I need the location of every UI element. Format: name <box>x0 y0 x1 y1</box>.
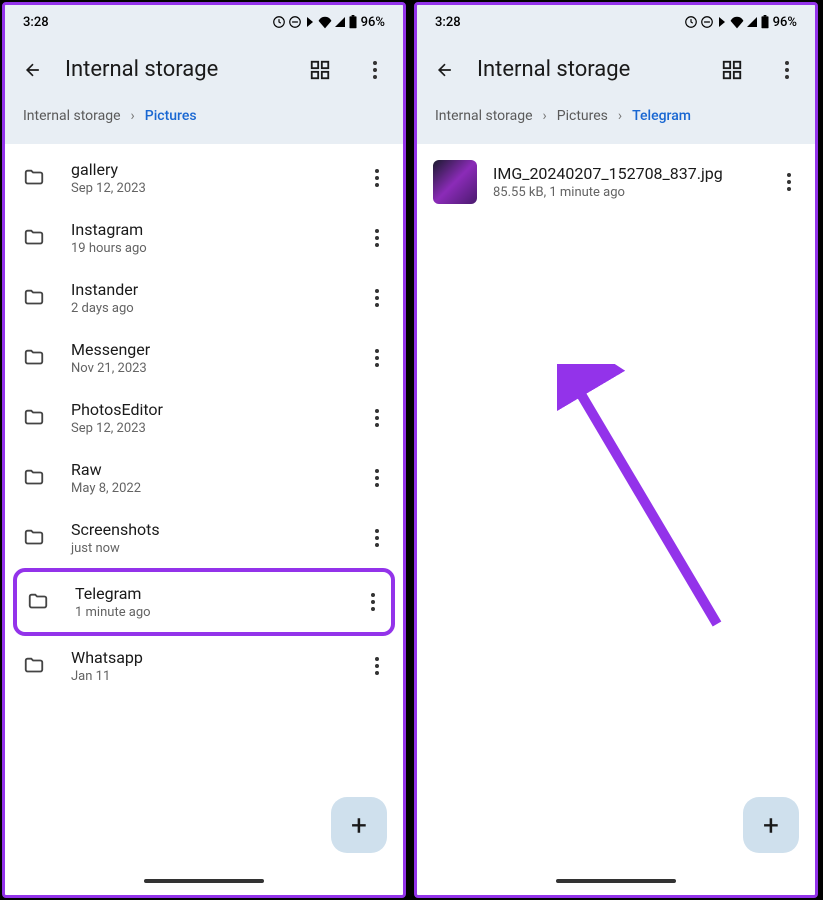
folder-name: Instagram <box>71 220 343 239</box>
folder-meta: 19 hours ago <box>71 241 343 256</box>
status-time: 3:28 <box>435 15 461 30</box>
folder-item[interactable]: Messenger Nov 21, 2023 <box>5 328 403 388</box>
folder-meta: Jan 11 <box>71 669 343 684</box>
item-more-button[interactable] <box>363 593 383 611</box>
status-icons <box>684 15 770 29</box>
folder-name: PhotosEditor <box>71 400 343 419</box>
folder-icon <box>21 527 47 549</box>
folder-meta: Sep 12, 2023 <box>71 421 343 436</box>
folder-meta: 2 days ago <box>71 301 343 316</box>
folder-item[interactable]: Screenshots just now <box>5 508 403 568</box>
folder-item[interactable]: PhotosEditor Sep 12, 2023 <box>5 388 403 448</box>
file-meta: 85.55 kB, 1 minute ago <box>493 185 763 200</box>
page-title: Internal storage <box>477 57 699 82</box>
folder-name: Instander <box>71 280 343 299</box>
folder-meta: May 8, 2022 <box>71 481 343 496</box>
file-name: IMG_20240207_152708_837.jpg <box>493 164 763 183</box>
nav-handle[interactable] <box>144 879 264 883</box>
app-header: Internal storage <box>5 39 403 96</box>
file-item[interactable]: IMG_20240207_152708_837.jpg 85.55 kB, 1 … <box>417 148 815 216</box>
folder-icon <box>21 227 47 249</box>
breadcrumb: Internal storage › Pictures <box>5 96 403 144</box>
crumb-root[interactable]: Internal storage <box>23 108 121 124</box>
phone-right: 3:28 96% Internal storage Internal stora… <box>414 2 818 898</box>
add-fab[interactable]: + <box>331 797 387 853</box>
folder-icon <box>25 591 51 613</box>
chevron-icon: › <box>618 108 622 124</box>
folder-icon <box>21 407 47 429</box>
more-options-button[interactable] <box>777 60 797 80</box>
folder-meta: Sep 12, 2023 <box>71 181 343 196</box>
folder-name: Telegram <box>75 584 339 603</box>
status-bar: 3:28 96% <box>5 5 403 39</box>
view-grid-button[interactable] <box>309 59 331 81</box>
item-more-button[interactable] <box>367 289 387 307</box>
status-bar: 3:28 96% <box>417 5 815 39</box>
crumb-mid[interactable]: Pictures <box>557 108 608 124</box>
folder-icon <box>21 655 47 677</box>
status-time: 3:28 <box>23 15 49 30</box>
folder-icon <box>21 287 47 309</box>
folder-item[interactable]: Whatsapp Jan 11 <box>5 636 403 696</box>
file-list: IMG_20240207_152708_837.jpg 85.55 kB, 1 … <box>417 144 815 889</box>
item-more-button[interactable] <box>367 409 387 427</box>
folder-name: Screenshots <box>71 520 343 539</box>
item-more-button[interactable] <box>367 469 387 487</box>
folder-item[interactable]: Instagram 19 hours ago <box>5 208 403 268</box>
add-fab[interactable]: + <box>743 797 799 853</box>
folder-item[interactable]: Instander 2 days ago <box>5 268 403 328</box>
phone-left: 3:28 96% Internal storage Internal stora… <box>2 2 406 898</box>
folder-name: Messenger <box>71 340 343 359</box>
image-thumbnail <box>433 160 477 204</box>
item-more-button[interactable] <box>367 529 387 547</box>
folder-icon <box>21 347 47 369</box>
folder-icon <box>21 467 47 489</box>
folder-name: gallery <box>71 160 343 179</box>
folder-name: Whatsapp <box>71 648 343 667</box>
crumb-current[interactable]: Telegram <box>632 108 691 124</box>
breadcrumb: Internal storage › Pictures › Telegram <box>417 96 815 144</box>
chevron-icon: › <box>543 108 547 124</box>
back-button[interactable] <box>435 60 455 80</box>
folder-icon <box>21 167 47 189</box>
crumb-root[interactable]: Internal storage <box>435 108 533 124</box>
folder-name: Raw <box>71 460 343 479</box>
page-title: Internal storage <box>65 57 287 82</box>
folder-meta: 1 minute ago <box>75 605 339 620</box>
status-icons <box>272 15 358 29</box>
folder-meta: just now <box>71 541 343 556</box>
nav-handle[interactable] <box>556 879 676 883</box>
folder-meta: Nov 21, 2023 <box>71 361 343 376</box>
crumb-current[interactable]: Pictures <box>145 108 197 124</box>
folder-item[interactable]: Telegram 1 minute ago <box>13 568 395 636</box>
status-battery: 96% <box>773 15 797 30</box>
chevron-icon: › <box>131 108 135 124</box>
item-more-button[interactable] <box>367 229 387 247</box>
item-more-button[interactable] <box>779 173 799 191</box>
more-options-button[interactable] <box>365 60 385 80</box>
folder-item[interactable]: Raw May 8, 2022 <box>5 448 403 508</box>
view-grid-button[interactable] <box>721 59 743 81</box>
annotation-arrow <box>557 364 727 634</box>
folder-item[interactable]: gallery Sep 12, 2023 <box>5 148 403 208</box>
item-more-button[interactable] <box>367 169 387 187</box>
status-battery: 96% <box>361 15 385 30</box>
file-list: gallery Sep 12, 2023 Instagram 19 hours … <box>5 144 403 889</box>
item-more-button[interactable] <box>367 349 387 367</box>
item-more-button[interactable] <box>367 657 387 675</box>
app-header: Internal storage <box>417 39 815 96</box>
back-button[interactable] <box>23 60 43 80</box>
